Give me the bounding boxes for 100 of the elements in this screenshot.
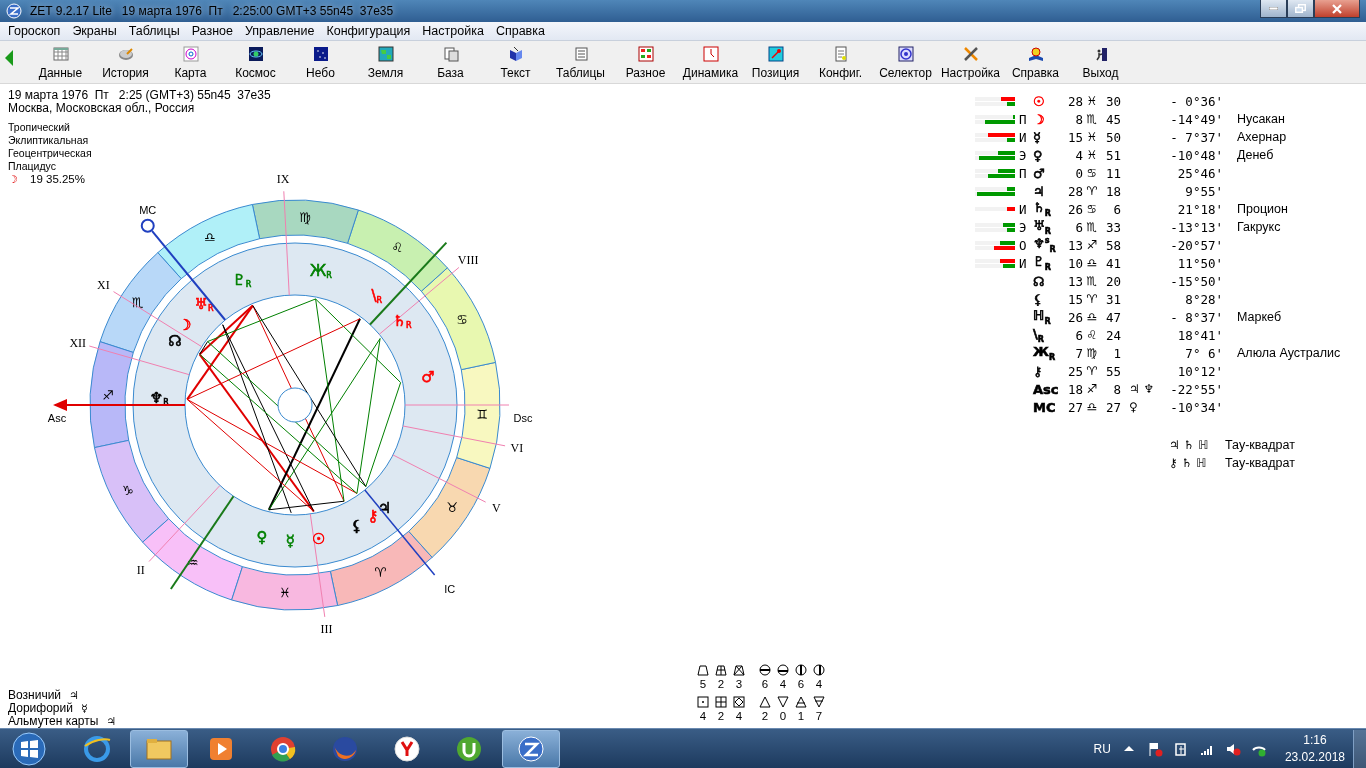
axis-label: MC	[139, 203, 157, 216]
count-value: 2	[717, 678, 725, 690]
planet-glyph: ♀	[256, 527, 268, 546]
menu-item[interactable]: Справка	[489, 24, 551, 38]
planet-glyph: Ж$_{R}$	[310, 262, 332, 281]
trapezoid-icon	[697, 664, 709, 676]
star-name: Ахернар	[1237, 130, 1288, 144]
degree-value: 28	[1066, 93, 1083, 109]
disk-icon	[117, 46, 134, 62]
browser-icon[interactable]	[82, 733, 112, 764]
house-number: II	[136, 563, 145, 578]
book-icon	[507, 46, 524, 62]
menu-item[interactable]: Гороскоп	[2, 24, 67, 38]
zodiac-sign-glyph: ♉	[446, 499, 459, 515]
star-name: Алюла Аустралис	[1237, 346, 1341, 360]
minute-value: 50	[1104, 129, 1121, 145]
zodiac-sign-glyph: ♏	[131, 295, 144, 311]
position-icon	[767, 46, 784, 62]
menu-item[interactable]: Настройка	[416, 24, 490, 38]
window-title: ZET 9.2.17 Lite 19 марта 1976 Пт 2:25:00 GMT+3 55n45 37e35	[30, 4, 395, 18]
toolbar-button[interactable]: Настройка	[938, 46, 1003, 80]
toolbar-button[interactable]: Динамика	[678, 46, 743, 80]
toolbar-button[interactable]: Конфиг.	[808, 46, 873, 80]
toolbar-button[interactable]: Земля	[353, 46, 418, 80]
clock-time[interactable]: 1:16	[1303, 731, 1327, 749]
minute-value: 8	[1112, 381, 1121, 397]
windows-orb-icon[interactable]	[11, 730, 47, 767]
planet-glyph: ⚷	[1033, 363, 1044, 379]
planet-glyphs: ⚷ ♄ ℍ	[1169, 456, 1208, 470]
count-value: 1	[797, 710, 805, 722]
declination-value: - 0°36'	[1169, 93, 1223, 109]
toolbar-button[interactable]: Выход	[1068, 46, 1133, 80]
house-number: V	[492, 500, 501, 515]
trapezoid-cross-icon	[715, 664, 727, 676]
zodiac-sign-glyph: ♓	[1085, 130, 1099, 144]
degree-value: 6	[1074, 327, 1083, 343]
menu-item[interactable]: Экраны	[66, 24, 123, 38]
language-indicator[interactable]: RU	[1093, 741, 1111, 756]
triangle-down-icon	[813, 696, 825, 708]
star-name: Денеб	[1237, 148, 1275, 162]
planet-glyph: Asc	[1033, 381, 1060, 397]
taskbar-button[interactable]	[502, 729, 560, 768]
toolbar-button[interactable]: Разное	[613, 46, 678, 80]
target-icon	[897, 46, 914, 62]
count-value: 0	[779, 710, 787, 722]
planet-glyphs: ♃ ♄ ℍ	[1169, 438, 1210, 452]
close-button[interactable]	[1314, 0, 1360, 18]
zodiac-sign-glyph: ♊	[476, 407, 489, 423]
notepad-icon	[832, 46, 849, 62]
menu-item[interactable]: Таблицы	[122, 24, 186, 38]
toolbar-button[interactable]: Селектор	[873, 46, 938, 80]
maximize-button[interactable]	[1287, 0, 1314, 18]
declination-value: -15°50'	[1169, 273, 1223, 289]
axis-label: Dsc	[513, 412, 533, 424]
degree-value: 18	[1066, 381, 1083, 397]
count-value: 2	[717, 710, 725, 722]
flag-icon[interactable]	[1146, 740, 1163, 757]
menu-item[interactable]: Разное	[185, 24, 239, 38]
planet-glyph: ⚸	[1033, 291, 1044, 307]
zodiac-sign-glyph: ♏	[1085, 274, 1099, 288]
toolbar-button[interactable]: Позиция	[743, 46, 808, 80]
planet-glyph: ☊	[1033, 273, 1046, 289]
degree-value: 26	[1066, 201, 1083, 217]
minute-value: 33	[1104, 219, 1121, 235]
show-desktop-button[interactable]	[1353, 729, 1366, 768]
toolbar-button[interactable]: Текст	[483, 46, 548, 80]
plug-icon[interactable]	[1172, 740, 1189, 757]
degree-value: 27	[1066, 399, 1083, 415]
toolbar-button[interactable]: Таблицы	[548, 46, 613, 80]
count-value: 4	[699, 710, 707, 722]
minute-value: 58	[1104, 237, 1121, 253]
app-icon[interactable]	[516, 733, 546, 764]
clock-date[interactable]: 23.02.2018	[1284, 748, 1345, 766]
trapezoid-x-icon	[733, 664, 745, 676]
planet-glyph: ♂	[1033, 165, 1046, 181]
zodiac-sign-glyph: ♍	[1085, 346, 1099, 360]
minimize-button[interactable]	[1260, 0, 1287, 18]
setting-text: Плацидус	[8, 160, 57, 173]
toolbar-button[interactable]: База	[418, 46, 483, 80]
axis-label: IC	[444, 583, 456, 596]
close-icon	[1332, 3, 1342, 14]
zodiac-sign-glyph: ♈	[1085, 184, 1099, 198]
toolbar-button[interactable]: Карта	[158, 46, 223, 80]
y-circle-icon[interactable]	[392, 733, 422, 764]
zodiac-sign-glyph: ♐	[1085, 382, 1099, 396]
zodiac-sign-glyph: ♑	[122, 482, 134, 498]
menu-item[interactable]: Конфигурация	[320, 24, 417, 38]
toolbar-button[interactable]: История	[93, 46, 158, 80]
count-value: 4	[735, 710, 743, 722]
degree-value: 13	[1066, 237, 1083, 253]
toolbar-button[interactable]: Данные	[28, 46, 93, 80]
toolbar-button[interactable]: Небо	[288, 46, 353, 80]
toolbar-button[interactable]: Справка	[1003, 46, 1068, 80]
count-value: 7	[815, 710, 823, 722]
menu-item[interactable]: Управление	[238, 24, 321, 38]
toolbar-button[interactable]: Космос	[223, 46, 288, 80]
back-arrow-icon[interactable]	[4, 49, 14, 67]
planet-glyph: ☉	[311, 529, 326, 548]
declination-value: - 8°37'	[1169, 309, 1223, 325]
house-number: VI	[510, 441, 524, 456]
